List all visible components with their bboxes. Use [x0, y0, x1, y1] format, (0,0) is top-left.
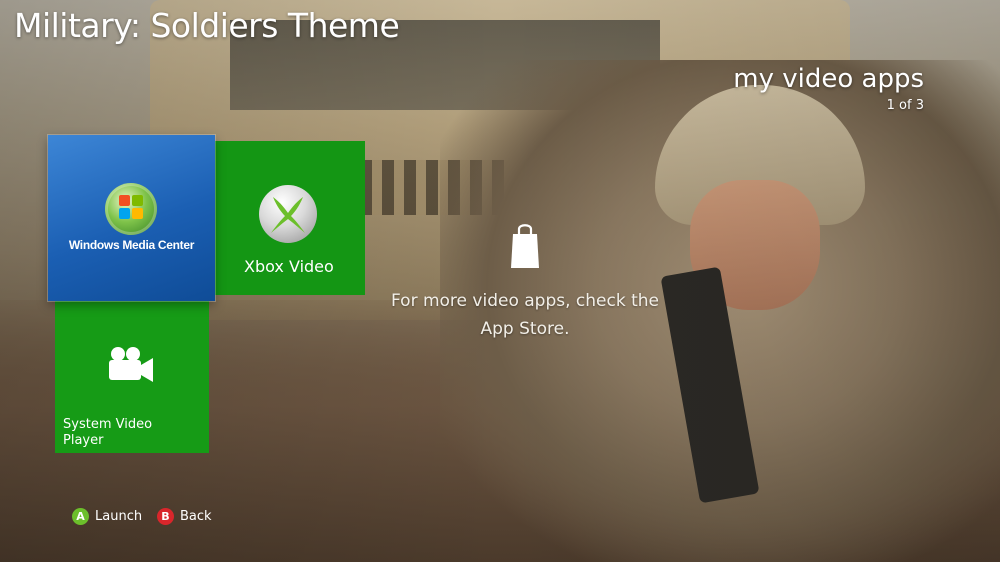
video-camera-icon: [109, 347, 153, 382]
shopping-bag-icon: [511, 224, 539, 268]
a-button-icon: A: [72, 508, 89, 525]
tile-windows-media-center[interactable]: Windows Media Center: [48, 135, 215, 301]
page-indicator: 1 of 3: [886, 98, 924, 113]
theme-title: Military: Soldiers Theme: [14, 6, 400, 45]
tile-xbox-video[interactable]: Xbox Video: [214, 141, 365, 295]
tile-label: Windows Media Center: [68, 238, 195, 252]
windows-flag-icon: [119, 195, 143, 219]
windows-orb-icon: [105, 183, 157, 235]
back-label: Back: [180, 509, 212, 524]
launch-hint[interactable]: A Launch: [72, 508, 142, 525]
tile-system-video-player[interactable]: System Video Player: [55, 301, 209, 453]
b-button-icon: B: [157, 508, 174, 525]
tile-label: Xbox Video: [244, 257, 334, 276]
tile-label: System Video Player: [63, 417, 153, 448]
back-hint[interactable]: B Back: [157, 508, 212, 525]
xbox-sphere-icon: [259, 185, 317, 243]
app-store-hint: For more video apps, check the App Store…: [391, 291, 659, 339]
launch-label: Launch: [95, 509, 143, 524]
section-title: my video apps: [733, 64, 924, 94]
